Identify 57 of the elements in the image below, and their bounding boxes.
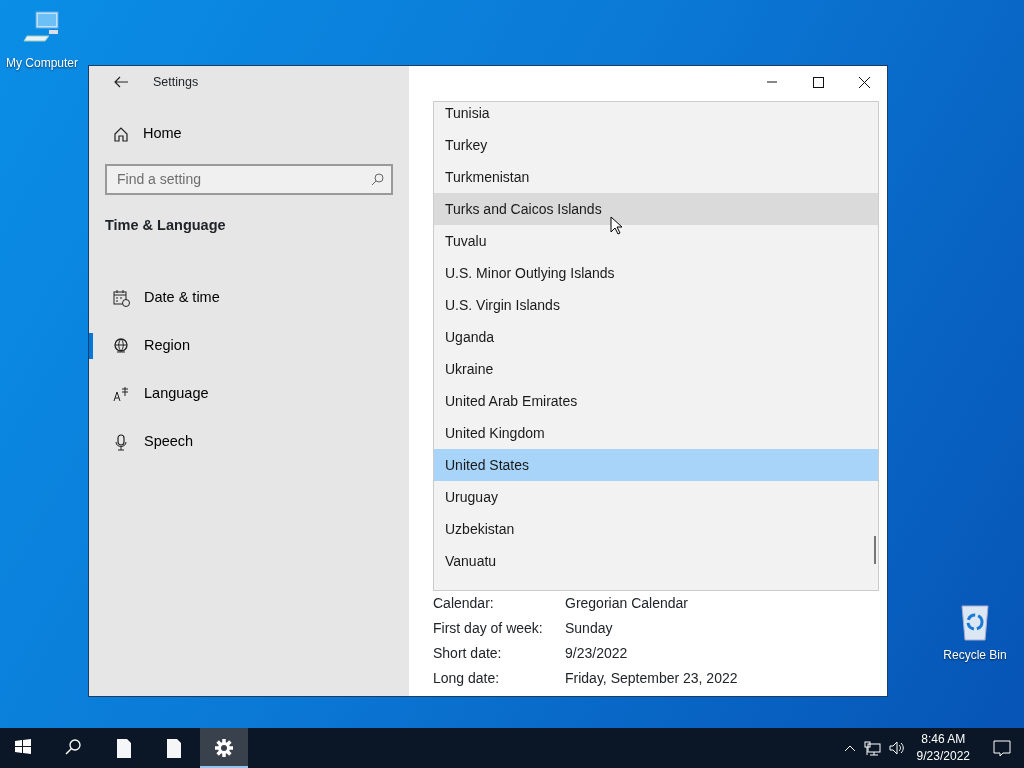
field-value: Gregorian Calendar [565,594,688,613]
desktop-icon-label[interactable]: Recycle Bin [943,646,1007,664]
microphone-icon [113,433,130,451]
language-icon [113,385,130,403]
list-option[interactable]: United States [434,449,878,481]
gear-icon [215,739,233,757]
nav-item[interactable]: Speech [105,418,393,466]
clock-date: 9/23/2022 [916,748,970,765]
search-icon [371,173,384,186]
back-arrow-icon [113,75,129,89]
list-option[interactable]: Tuvalu [434,225,878,257]
speech-bubble-icon [992,739,1011,757]
document-icon [166,738,182,758]
list-option[interactable]: United Arab Emirates [434,385,878,417]
clock-button[interactable]: 8:46 AM 9/23/2022 [908,731,978,765]
maximize-icon [812,76,824,88]
home-link[interactable]: Home [105,124,393,144]
list-option[interactable]: United Kingdom [434,417,878,449]
list-option[interactable]: Ukraine [434,353,878,385]
field-label: Calendar: [433,594,495,613]
nav-item[interactable]: Language [105,370,393,418]
field-label: Long date: [433,669,501,688]
window-title: Settings [153,73,199,91]
close-icon [858,76,870,88]
mouse-cursor-icon [610,216,623,235]
list-option[interactable]: Turkmenistan [434,161,878,193]
list-option[interactable]: Turks and Caicos Islands [434,193,878,225]
field-value: Sunday [565,619,613,638]
list-option[interactable]: Vanuatu [434,545,878,577]
settings-taskbar-button[interactable] [200,728,248,768]
globe-icon [113,337,130,355]
search-icon [65,739,83,757]
list-option[interactable]: Uganda [434,321,878,353]
list-option[interactable]: Uruguay [434,481,878,513]
document-icon [116,738,132,758]
clock-time: 8:46 AM [920,731,967,748]
network-icon [863,740,881,756]
field-value: 9/23/2022 [565,644,628,663]
field-label: Short date: [433,644,503,663]
windows-logo-icon [15,739,33,757]
desktop-icon-label[interactable]: My Computer [6,54,78,72]
section-heading: Time & Language [105,216,227,235]
nav-item[interactable]: Date & time [105,274,393,322]
scrollbar-thumb[interactable] [874,536,876,564]
list-option[interactable]: Turkey [434,129,878,161]
field-value: Friday, September 23, 2022 [565,669,738,688]
home-icon [113,126,129,142]
list-option[interactable]: U.S. Virgin Islands [434,289,878,321]
speaker-icon [888,741,905,755]
back-button[interactable] [113,75,129,89]
list-option[interactable]: Uzbekistan [434,513,878,545]
list-option[interactable]: U.S. Minor Outlying Islands [434,257,878,289]
chevron-up-icon [843,743,856,753]
list-option[interactable]: Tunisia [434,102,878,129]
calendar-clock-icon [113,289,130,307]
search-field[interactable]: Find a setting [105,164,393,195]
field-label: First day of week: [433,619,544,638]
